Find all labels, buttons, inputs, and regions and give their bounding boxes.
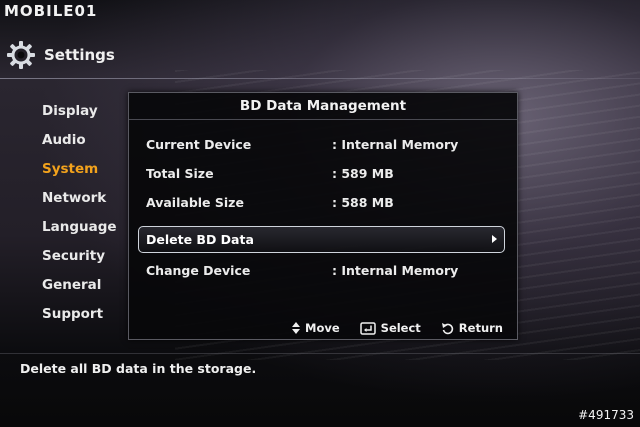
help-text: Delete all BD data in the storage.: [20, 361, 257, 376]
menu-item-security[interactable]: Security: [42, 247, 117, 276]
delete-bd-data-button[interactable]: Delete BD Data: [138, 226, 505, 253]
watermark-logo: MOBILE01: [4, 2, 98, 20]
chevron-right-icon: [492, 235, 497, 243]
dialog-title: BD Data Management: [239, 98, 407, 114]
change-device-row[interactable]: Change Device : Internal Memory: [146, 263, 500, 283]
move-arrows-icon: [292, 322, 301, 334]
menu-item-language[interactable]: Language: [42, 218, 117, 247]
available-size-row: Available Size : 588 MB: [146, 195, 500, 215]
hint-divider: [0, 353, 640, 354]
change-device-label: Change Device: [146, 263, 251, 278]
enter-icon: [359, 321, 376, 335]
menu-item-audio[interactable]: Audio: [42, 131, 117, 160]
menu-item-display[interactable]: Display: [42, 102, 117, 131]
photo-id-label: #491733: [578, 408, 634, 422]
available-size-value: : 588 MB: [332, 195, 394, 210]
available-size-label: Available Size: [146, 195, 244, 210]
header-divider: [0, 78, 640, 79]
select-key-label: Select: [380, 321, 421, 335]
dialog-key-guide: Move Select Return: [272, 321, 503, 335]
menu-item-general[interactable]: General: [42, 276, 117, 305]
move-key[interactable]: Move: [292, 321, 340, 335]
delete-bd-data-label: Delete BD Data: [146, 232, 254, 247]
page-title: Settings: [44, 46, 115, 64]
total-size-row: Total Size : 589 MB: [146, 166, 500, 186]
dialog-divider: [129, 119, 517, 120]
current-device-value: : Internal Memory: [332, 137, 459, 152]
current-device-row: Current Device : Internal Memory: [146, 137, 500, 157]
menu-item-network[interactable]: Network: [42, 189, 117, 218]
menu-item-system[interactable]: System: [42, 160, 117, 189]
settings-menu: Display Audio System Network Language Se…: [42, 102, 117, 334]
change-device-value: : Internal Memory: [332, 263, 459, 278]
return-key[interactable]: Return: [441, 321, 503, 335]
gear-icon: [7, 41, 35, 69]
return-key-label: Return: [458, 321, 503, 335]
total-size-label: Total Size: [146, 166, 214, 181]
select-key[interactable]: Select: [359, 321, 421, 335]
move-key-label: Move: [305, 321, 340, 335]
return-icon: [441, 322, 454, 335]
bd-data-management-dialog: BD Data Management Current Device : Inte…: [128, 92, 518, 340]
total-size-value: : 589 MB: [332, 166, 394, 181]
current-device-label: Current Device: [146, 137, 252, 152]
settings-header: Settings: [6, 40, 115, 70]
menu-item-support[interactable]: Support: [42, 305, 117, 334]
